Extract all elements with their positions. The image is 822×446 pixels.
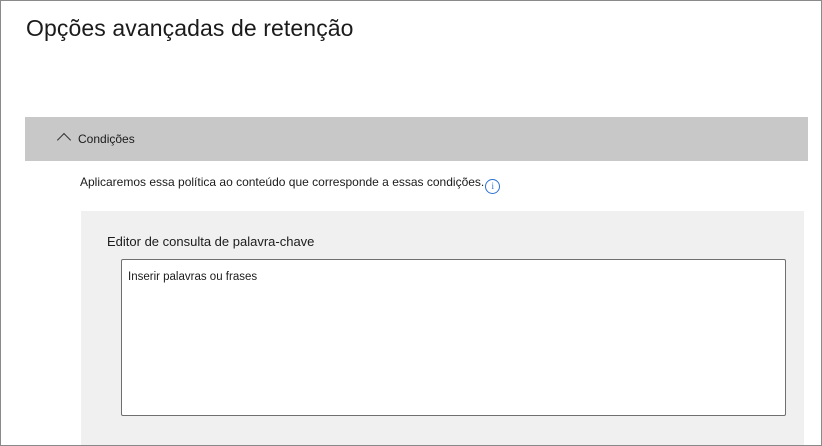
keyword-query-input[interactable] <box>121 259 786 416</box>
keyword-query-editor-panel: Editor de consulta de palavra-chave <box>81 211 804 445</box>
chevron-up-icon <box>56 132 72 148</box>
page-title: Opções avançadas de retenção <box>26 15 354 41</box>
conditions-section-label: Condições <box>78 132 135 146</box>
advanced-retention-options-panel: Opções avançadas de retenção Condições A… <box>0 0 822 446</box>
info-icon[interactable]: i <box>485 179 501 194</box>
conditions-description: Aplicaremos essa política ao conteúdo qu… <box>80 175 501 194</box>
conditions-description-text: Aplicaremos essa política ao conteúdo qu… <box>80 175 485 189</box>
keyword-query-editor-label: Editor de consulta de palavra-chave <box>107 234 315 249</box>
conditions-section-toggle[interactable]: Condições <box>25 117 808 161</box>
